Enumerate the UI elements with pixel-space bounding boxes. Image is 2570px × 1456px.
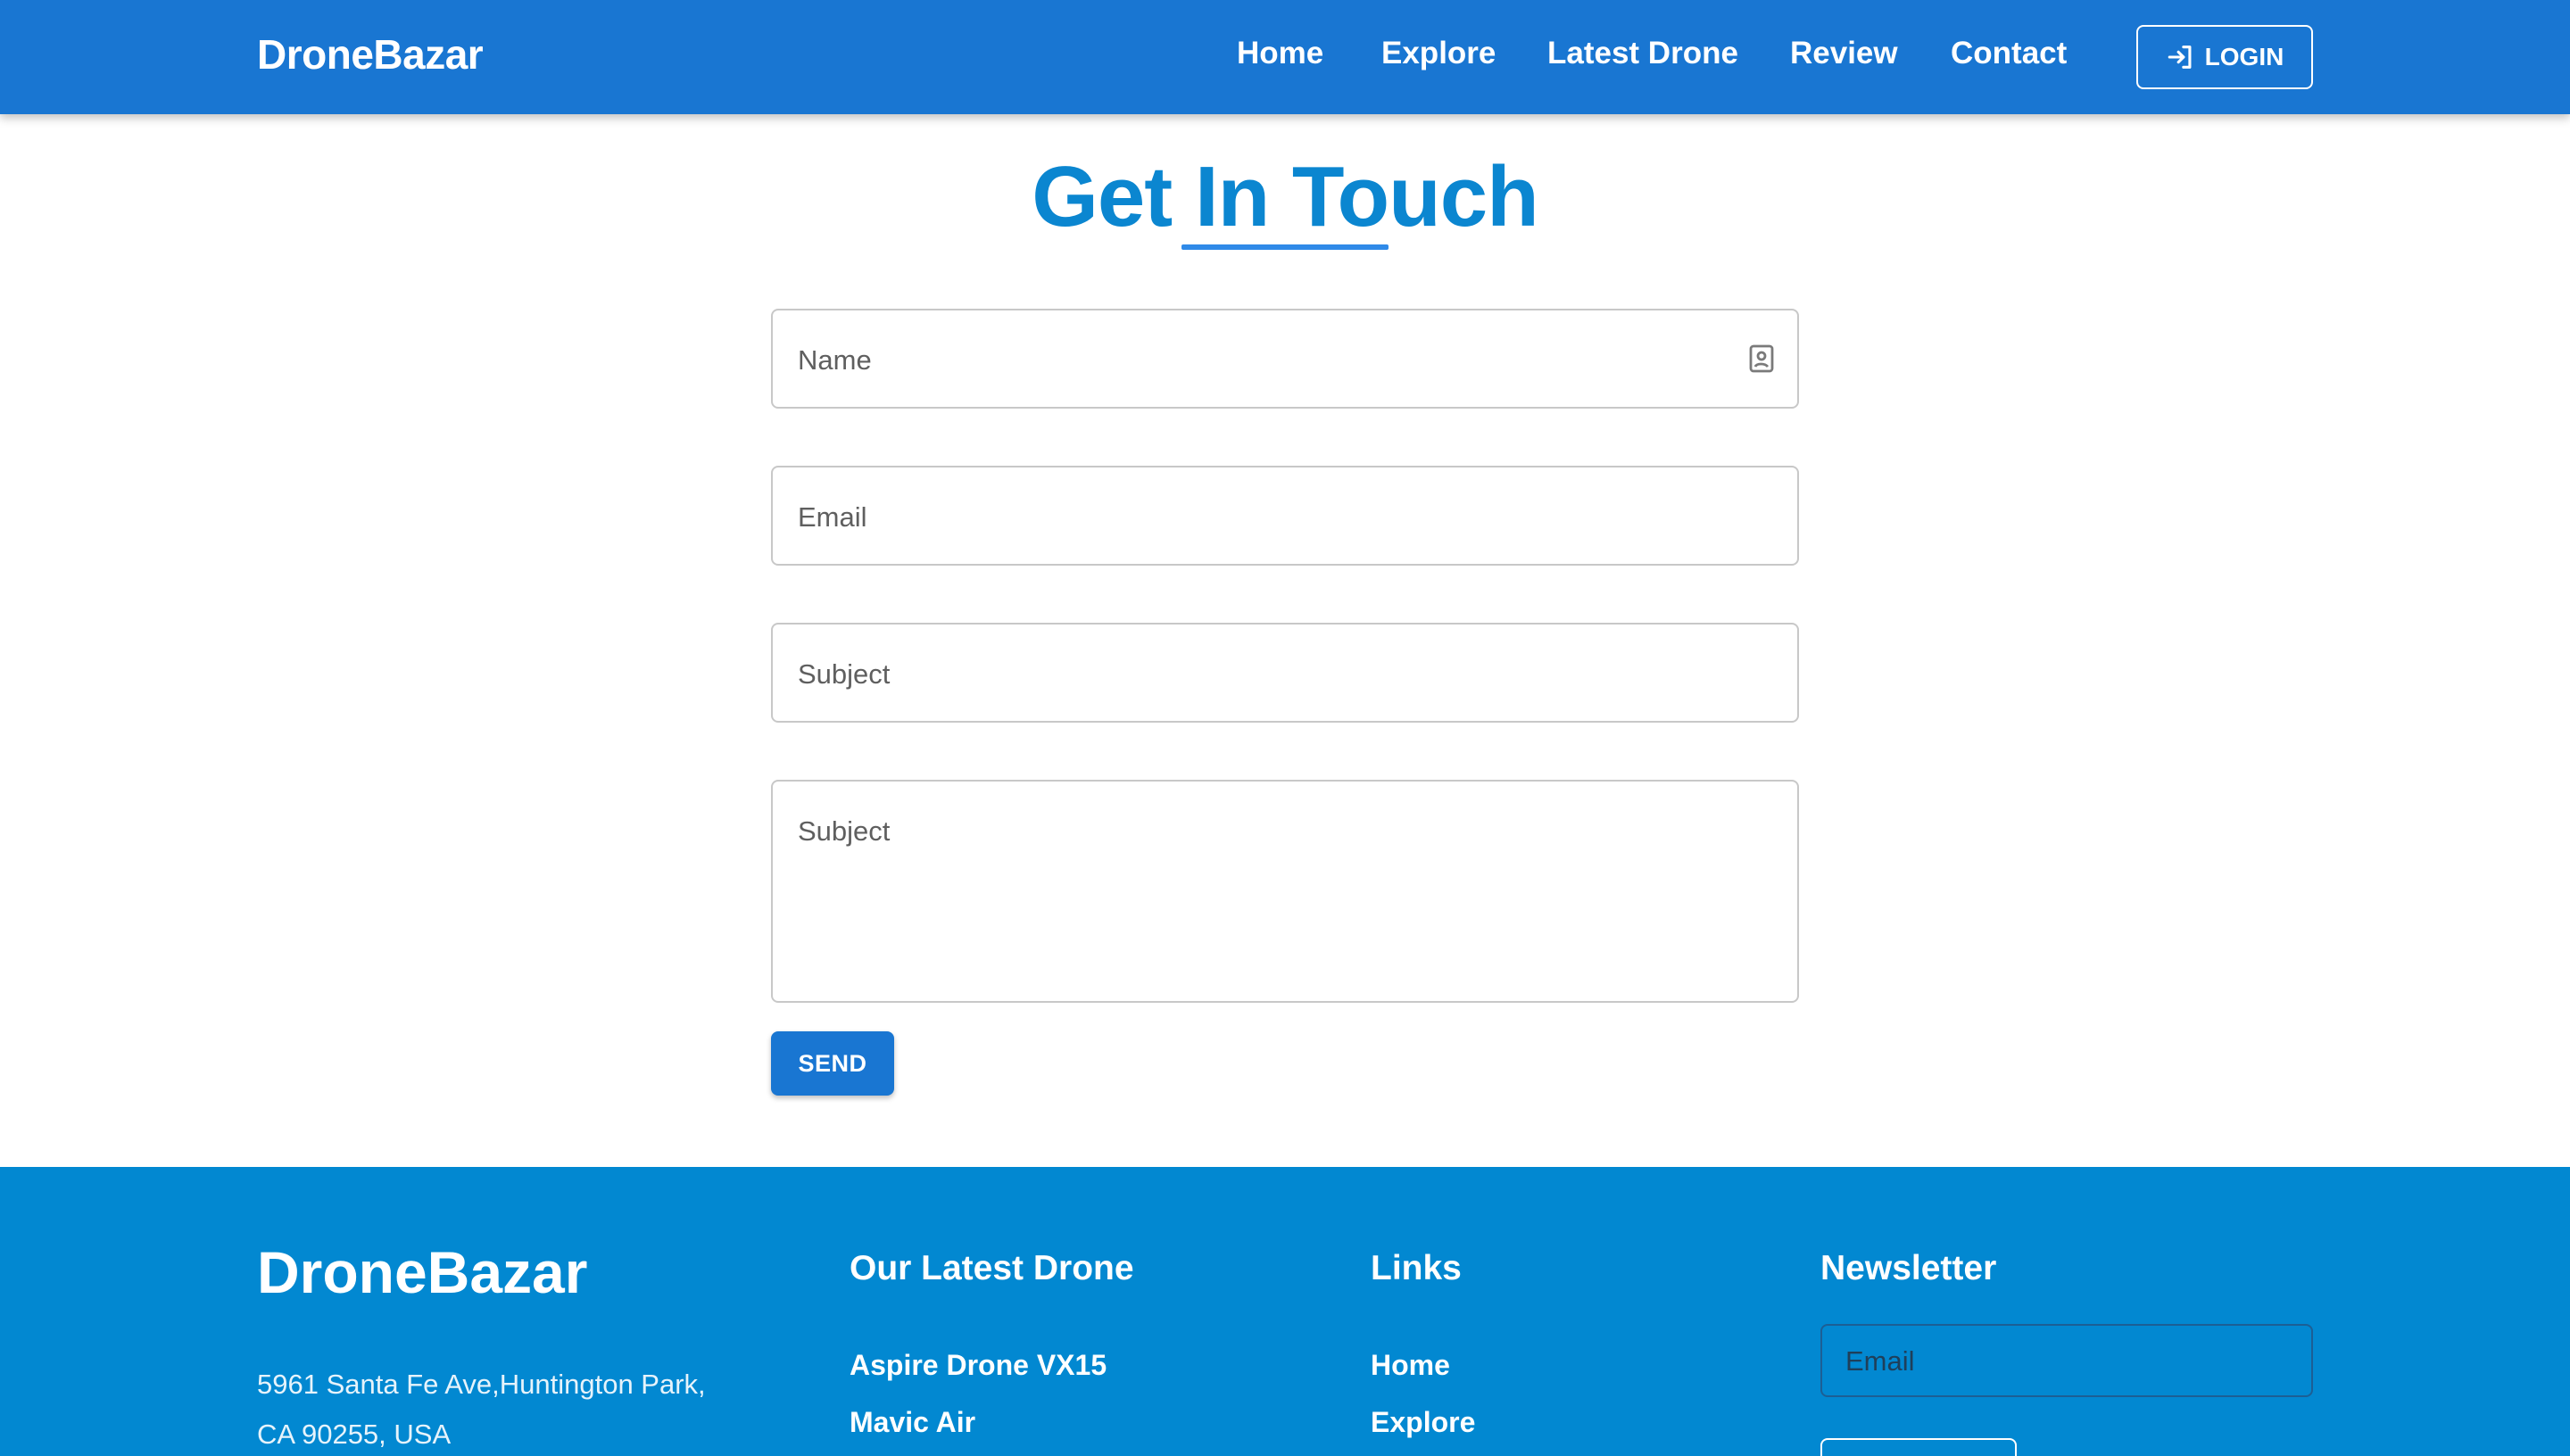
brand-logo[interactable]: DroneBazar — [257, 30, 484, 79]
send-button[interactable]: SEND — [771, 1031, 894, 1096]
subject-field[interactable]: Subject — [771, 623, 1799, 723]
email-field[interactable]: Email — [771, 466, 1799, 566]
top-app-bar: DroneBazar Home Explore Latest Drone Rev… — [0, 0, 2570, 114]
nav-contact[interactable]: Contact — [1951, 36, 2067, 71]
contact-card-icon — [1749, 344, 1774, 373]
message-field[interactable]: Subject — [771, 780, 1799, 1003]
email-label: Email — [798, 501, 867, 533]
newsletter-placeholder: Email — [1845, 1345, 1915, 1377]
address-line-2: CA 90255, USA — [257, 1419, 452, 1450]
footer-brand: DroneBazar — [257, 1239, 588, 1305]
footer-link-home[interactable]: Home — [1371, 1349, 1450, 1382]
subject-label: Subject — [798, 658, 891, 690]
title-underline — [1181, 244, 1389, 250]
nav-explore[interactable]: Explore — [1381, 36, 1496, 71]
newsletter-subscribe-button[interactable] — [1820, 1438, 2017, 1456]
latest-drone-heading: Our Latest Drone — [850, 1249, 1134, 1287]
login-label: LOGIN — [2204, 43, 2284, 70]
name-field[interactable]: Name — [771, 309, 1799, 409]
footer: DroneBazar 5961 Santa Fe Ave,Huntington … — [0, 1167, 2570, 1456]
latest-drone-item[interactable]: Aspire Drone VX15 — [850, 1349, 1107, 1382]
newsletter-email-input[interactable]: Email — [1820, 1324, 2313, 1397]
nav-review[interactable]: Review — [1790, 36, 1898, 71]
newsletter-heading: Newsletter — [1820, 1249, 1997, 1287]
nav-latest-drone[interactable]: Latest Drone — [1547, 36, 1738, 71]
latest-drone-item[interactable]: Mavic Air — [850, 1406, 975, 1439]
footer-address: 5961 Santa Fe Ave,Huntington Park, CA 90… — [257, 1360, 757, 1456]
address-line-1: 5961 Santa Fe Ave,Huntington Park, — [257, 1369, 706, 1400]
name-label: Name — [798, 344, 872, 376]
login-button[interactable]: LOGIN — [2136, 25, 2313, 89]
page-title: Get In Touch — [1032, 149, 1539, 244]
message-label: Subject — [798, 815, 891, 847]
login-icon — [2168, 46, 2192, 69]
nav-home[interactable]: Home — [1237, 36, 1323, 71]
footer-link-explore[interactable]: Explore — [1371, 1406, 1475, 1439]
links-heading: Links — [1371, 1249, 1462, 1287]
